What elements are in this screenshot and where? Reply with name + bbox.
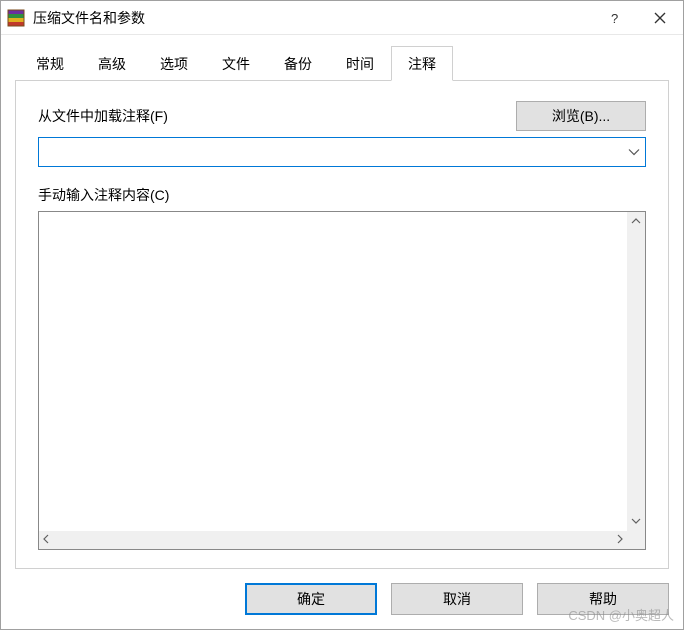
file-combobox[interactable] [38,137,646,167]
scroll-corner [627,531,645,549]
scroll-left-icon [43,534,49,547]
title-controls: ? [591,2,683,34]
tab-advanced[interactable]: 高级 [81,46,143,81]
svg-text:?: ? [611,12,618,24]
title-bar: 压缩文件名和参数 ? [1,1,683,35]
cancel-button[interactable]: 取消 [391,583,523,615]
horizontal-scrollbar[interactable] [39,531,627,549]
help-button-footer[interactable]: 帮助 [537,583,669,615]
tab-backup[interactable]: 备份 [267,46,329,81]
scroll-up-icon [631,216,641,227]
manual-comment-section: 手动输入注释内容(C) [38,185,646,550]
dialog-window: 压缩文件名和参数 ? 常规 高级 选项 文件 备份 时间 注释 从文件中加载注释… [0,0,684,630]
window-title: 压缩文件名和参数 [33,8,591,28]
browse-button[interactable]: 浏览(B)... [516,101,646,131]
tab-time[interactable]: 时间 [329,46,391,81]
tab-general[interactable]: 常规 [19,46,81,81]
load-row: 从文件中加载注释(F) 浏览(B)... [38,101,646,131]
close-button[interactable] [637,2,683,34]
client-area: 常规 高级 选项 文件 备份 时间 注释 从文件中加载注释(F) 浏览(B)..… [1,35,683,629]
tab-comment[interactable]: 注释 [391,46,453,81]
scroll-right-icon [617,534,623,547]
manual-comment-label: 手动输入注释内容(C) [38,185,646,205]
help-button[interactable]: ? [591,2,637,34]
tab-files[interactable]: 文件 [205,46,267,81]
manual-comment-textarea[interactable] [38,211,646,550]
scroll-down-icon [631,516,641,527]
vertical-scrollbar[interactable] [627,212,645,531]
tab-strip: 常规 高级 选项 文件 备份 时间 注释 [15,45,669,81]
dialog-footer: 确定 取消 帮助 [15,569,669,615]
tab-options[interactable]: 选项 [143,46,205,81]
textarea-content[interactable] [39,212,627,531]
file-input[interactable] [38,137,646,167]
load-from-file-label: 从文件中加载注释(F) [38,106,168,126]
ok-button[interactable]: 确定 [245,583,377,615]
tab-panel-comment: 从文件中加载注释(F) 浏览(B)... 手动输入注释内容(C) [15,81,669,569]
app-icon [7,9,25,27]
